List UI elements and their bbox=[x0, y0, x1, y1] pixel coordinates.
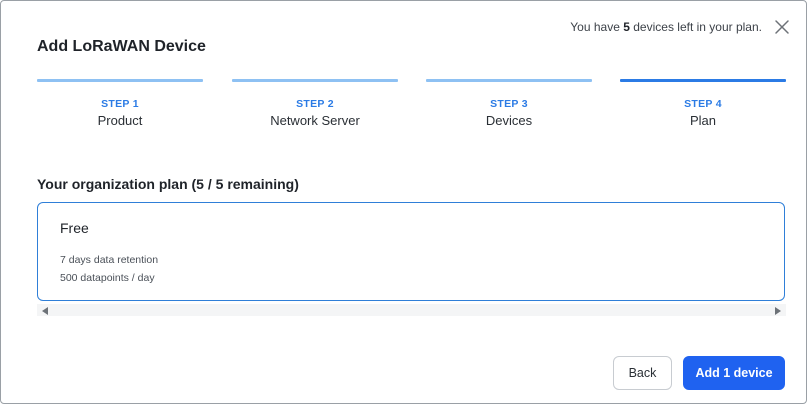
devices-left-suffix: devices left in your plan. bbox=[629, 20, 762, 34]
devices-left-notice: You have 5 devices left in your plan. bbox=[570, 20, 762, 34]
step-name: Plan bbox=[689, 113, 717, 128]
step-product[interactable]: STEP 1 Product bbox=[37, 79, 203, 128]
step-progress-bar bbox=[620, 79, 786, 82]
horizontal-scrollbar[interactable] bbox=[37, 304, 786, 316]
scroll-left-icon[interactable] bbox=[42, 307, 48, 315]
add-device-button[interactable]: Add 1 device bbox=[683, 356, 785, 390]
step-name: Devices bbox=[485, 113, 533, 128]
devices-left-count: 5 bbox=[623, 20, 630, 34]
stepper: STEP 1 Product STEP 2 Network Server STE… bbox=[37, 79, 786, 139]
back-button[interactable]: Back bbox=[613, 356, 672, 390]
step-number: STEP 3 bbox=[490, 98, 528, 110]
step-progress-bar bbox=[232, 79, 398, 82]
step-network-server[interactable]: STEP 2 Network Server bbox=[232, 79, 398, 128]
step-progress-bar bbox=[426, 79, 592, 82]
plan-feature: 500 datapoints / day bbox=[60, 272, 155, 284]
step-number: STEP 2 bbox=[296, 98, 334, 110]
step-progress-bar bbox=[37, 79, 203, 82]
plan-scroll-area: Free 7 days data retention 500 datapoint… bbox=[37, 202, 786, 316]
organization-plan-title: Your organization plan (5 / 5 remaining) bbox=[37, 176, 299, 192]
plan-card-free[interactable]: Free 7 days data retention 500 datapoint… bbox=[37, 202, 785, 301]
scroll-right-icon[interactable] bbox=[775, 307, 781, 315]
step-name: Network Server bbox=[270, 113, 360, 128]
devices-left-prefix: You have bbox=[570, 20, 624, 34]
step-plan[interactable]: STEP 4 Plan bbox=[620, 79, 786, 128]
close-icon[interactable] bbox=[774, 19, 790, 35]
step-number: STEP 4 bbox=[684, 98, 722, 110]
step-name: Product bbox=[97, 113, 143, 128]
modal-title: Add LoRaWAN Device bbox=[37, 38, 206, 55]
plan-feature: 7 days data retention bbox=[60, 254, 159, 266]
step-devices[interactable]: STEP 3 Devices bbox=[426, 79, 592, 128]
plan-name: Free bbox=[60, 220, 89, 236]
add-device-modal: Add LoRaWAN Device You have 5 devices le… bbox=[0, 0, 807, 404]
step-number: STEP 1 bbox=[101, 98, 139, 110]
